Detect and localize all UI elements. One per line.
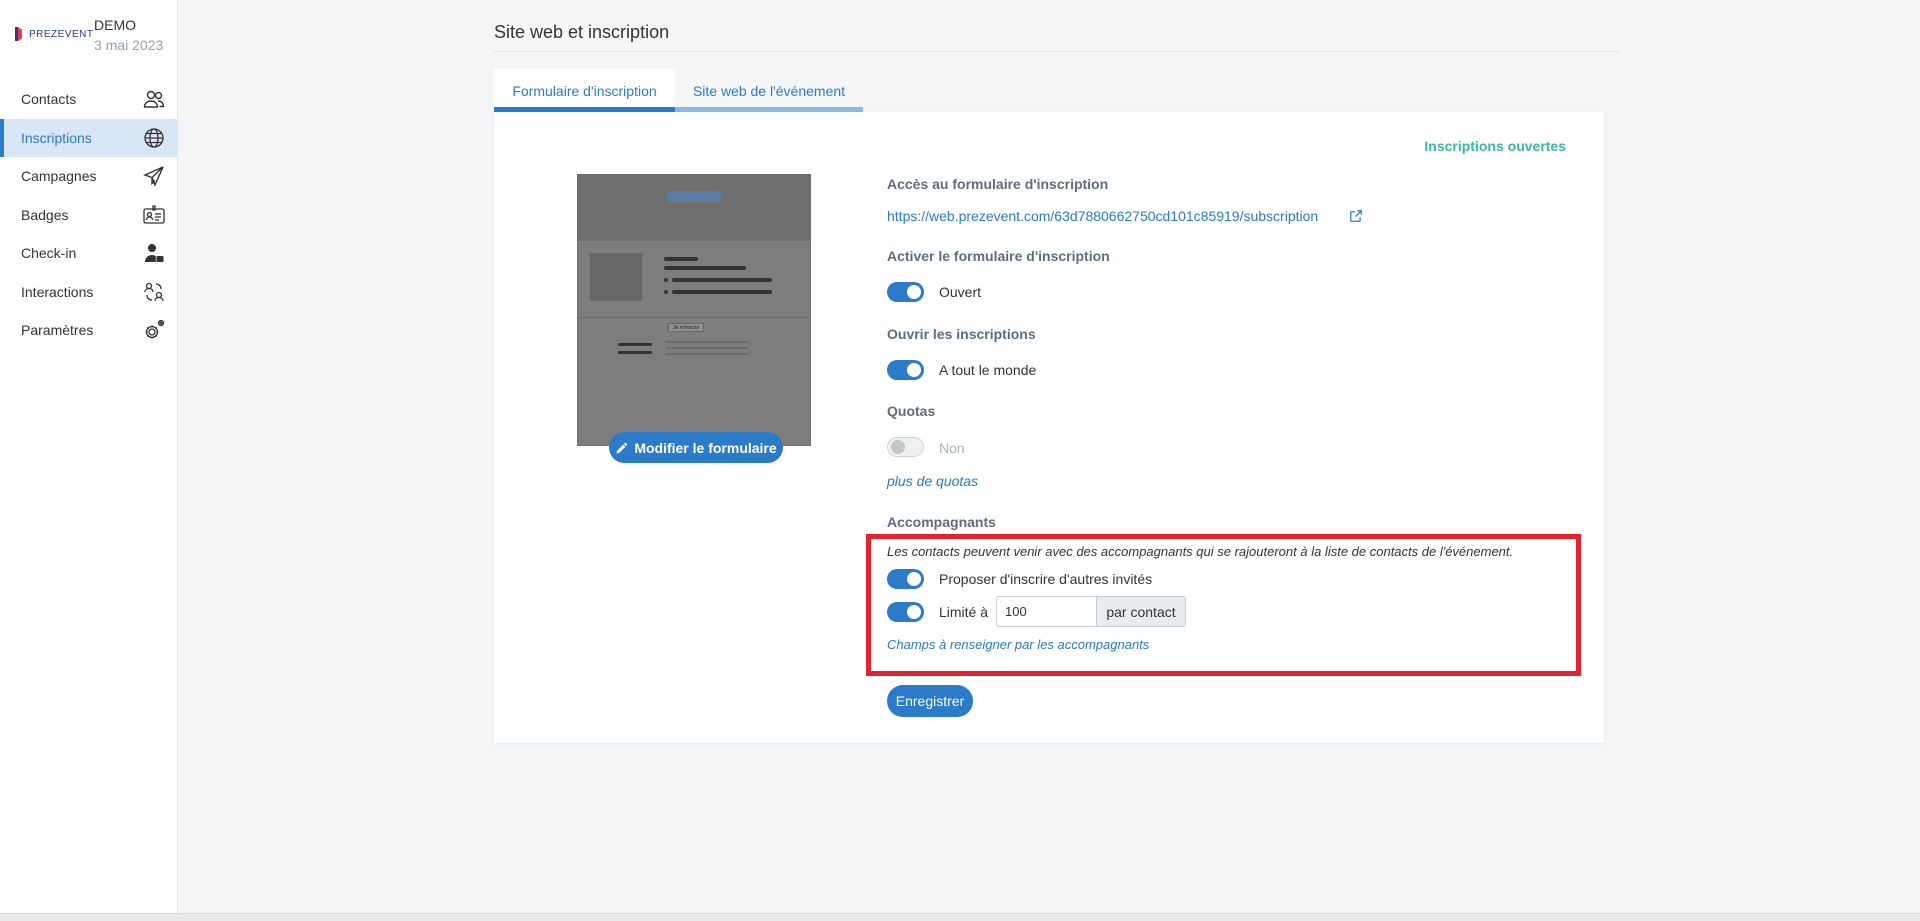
page-title: Site web et inscription	[494, 22, 670, 42]
limit-label: Limité à	[939, 604, 989, 620]
activate-form-value: Ouvert	[939, 284, 982, 300]
sidebar-item-label: Badges	[21, 206, 69, 223]
limit-companions-toggle[interactable]	[887, 602, 924, 622]
paper-plane-icon	[143, 166, 164, 188]
sidebar-item-check-in[interactable]: Check-in	[0, 234, 178, 273]
open-registrations-label: Ouvrir les inscriptions	[887, 326, 1036, 342]
external-link-icon[interactable]	[1349, 209, 1363, 223]
quotas-toggle[interactable]	[887, 437, 924, 457]
sidebar-item-label: Campagnes	[21, 168, 97, 185]
edit-form-label: Modifier le formulaire	[634, 439, 777, 456]
event-name: DEMO	[94, 17, 136, 33]
propose-companions-label: Proposer d'inscrire d'autres invités	[939, 571, 1153, 587]
pencil-icon	[617, 442, 628, 453]
status-badge: Inscriptions ouvertes	[1424, 138, 1566, 154]
quotas-label: Quotas	[887, 403, 936, 419]
sidebar-item-parametres[interactable]: Paramètres	[0, 311, 178, 350]
sidebar-item-label: Contacts	[21, 91, 77, 108]
form-preview: Je m'inscris	[577, 174, 811, 446]
open-registrations-toggle[interactable]	[887, 360, 924, 380]
tab-site-web-evenement[interactable]: Site web de l'événement	[675, 69, 863, 112]
edit-form-button[interactable]: Modifier le formulaire	[609, 432, 783, 463]
activate-form-toggle[interactable]	[887, 282, 924, 302]
registration-card: Inscriptions ouvertes Je m'inscris Modif…	[494, 112, 1604, 743]
save-button[interactable]: Enregistrer	[887, 685, 973, 717]
tab-formulaire-inscription[interactable]: Formulaire d'inscription	[494, 69, 675, 112]
propose-companions-toggle[interactable]	[887, 569, 924, 589]
user-check-icon	[145, 244, 164, 263]
companion-fields-link[interactable]: Champs à renseigner par les accompagnant…	[887, 637, 1149, 652]
sidebar-item-label: Check-in	[21, 245, 77, 262]
sidebar: PREZEVENT DEMO 3 mai 2023 Contacts Inscr…	[0, 0, 178, 913]
contacts-icon	[143, 91, 165, 108]
companions-label: Accompagnants	[887, 514, 996, 530]
sidebar-item-inscriptions[interactable]: Inscriptions	[0, 118, 178, 157]
sidebar-item-interactions[interactable]: Interactions	[0, 273, 178, 312]
sidebar-item-campagnes[interactable]: Campagnes	[0, 157, 178, 196]
gears-icon	[145, 320, 165, 339]
activate-form-label: Activer le formulaire d'inscription	[887, 248, 1110, 264]
sidebar-item-label: Inscriptions	[21, 129, 92, 146]
sidebar-item-contacts[interactable]: Contacts	[0, 80, 178, 119]
interactions-icon	[144, 282, 164, 301]
subscription-url-link[interactable]: https://web.prezevent.com/63d7880662750c…	[887, 208, 1318, 224]
limit-suffix: par contact	[1096, 596, 1186, 627]
limit-input[interactable]	[996, 596, 1096, 627]
tabs: Formulaire d'inscription Site web de l'é…	[494, 69, 863, 112]
sidebar-item-badges[interactable]: Badges	[0, 196, 178, 235]
badge-icon	[143, 205, 165, 224]
sidebar-item-label: Interactions	[21, 283, 94, 300]
sidebar-item-label: Paramètres	[21, 322, 94, 339]
preview-register-button: Je m'inscris	[668, 323, 704, 332]
event-date: 3 mai 2023	[94, 37, 164, 53]
bottom-scrollbar[interactable]	[0, 913, 1920, 921]
logo-text: PREZEVENT	[29, 28, 94, 40]
title-divider	[494, 51, 1620, 52]
access-label: Accès au formulaire d'inscription	[887, 176, 1109, 192]
sidebar-nav: Contacts Inscriptions Campagnes Badges C…	[0, 80, 178, 350]
logo-mark-icon	[15, 27, 25, 41]
more-quotas-link[interactable]: plus de quotas	[887, 473, 978, 489]
prezevent-logo[interactable]: PREZEVENT	[15, 27, 94, 41]
open-registrations-value: A tout le monde	[939, 362, 1037, 378]
brand: PREZEVENT DEMO 3 mai 2023	[15, 17, 165, 57]
globe-icon	[144, 128, 164, 148]
companions-description: Les contacts peuvent venir avec des acco…	[887, 544, 1514, 559]
quotas-value: Non	[939, 440, 965, 456]
